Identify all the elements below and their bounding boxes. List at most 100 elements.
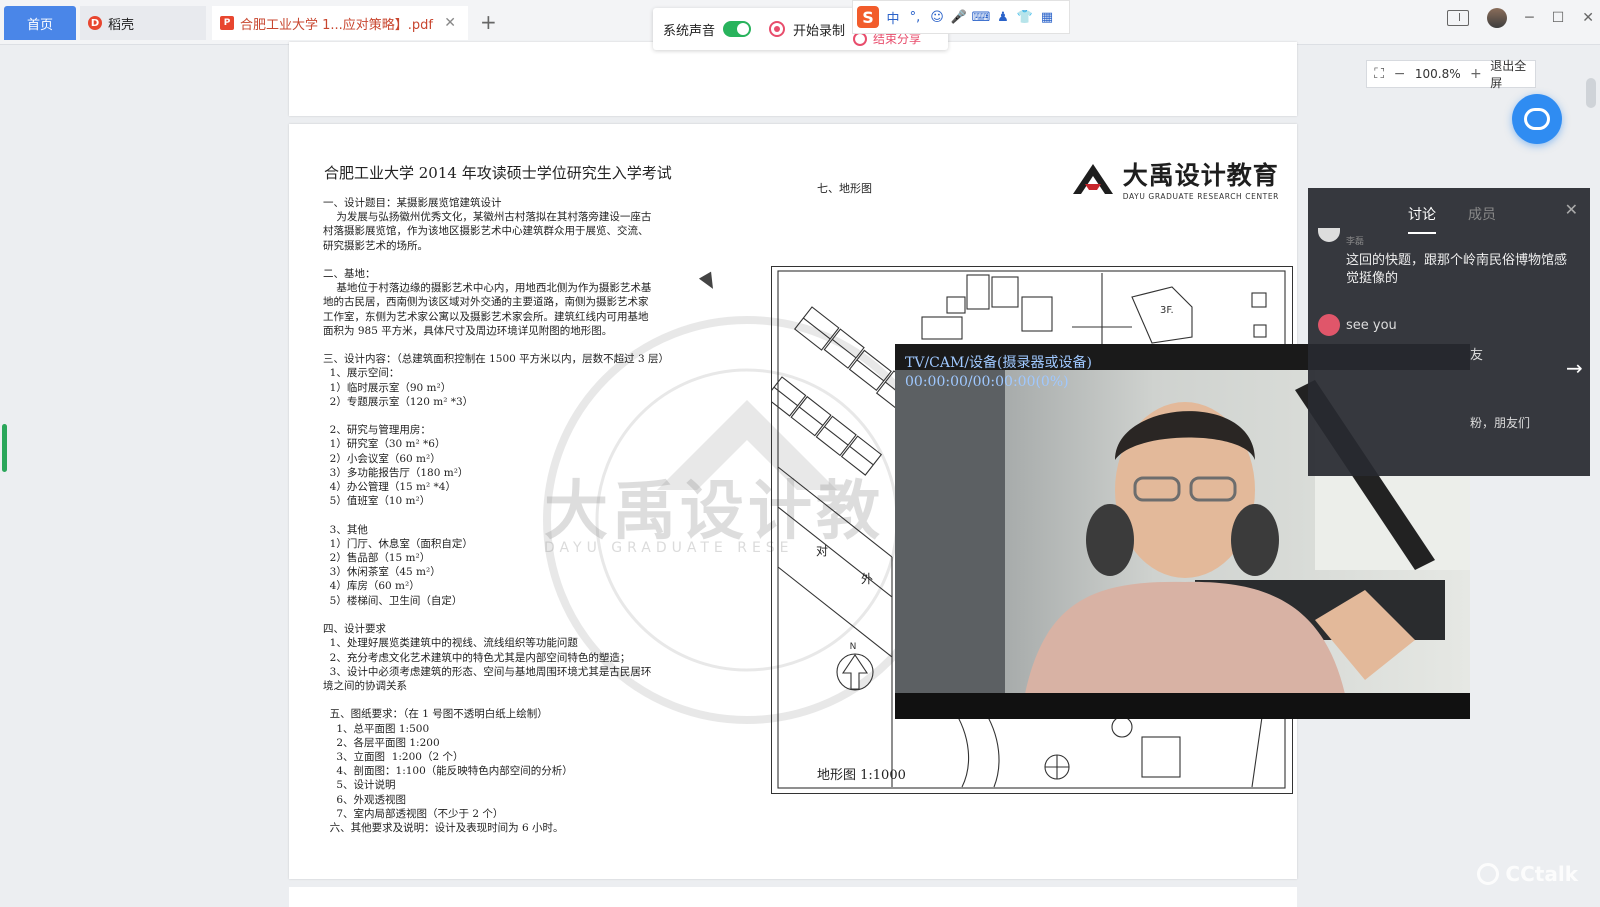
window-close-icon[interactable]: ✕ — [1582, 10, 1594, 26]
document-line: 1、总平面图 1:500 — [323, 722, 430, 735]
document-line: 4）办公管理（15 m² *4） — [323, 481, 456, 494]
document-line: 3、立面图 1:200（2 个） — [323, 750, 464, 763]
map-heading: 七、地形图 — [817, 182, 872, 195]
document-line: 2）售品部（15 m²） — [323, 552, 431, 565]
ime-keyboard-icon[interactable]: ⌨ — [972, 9, 991, 25]
document-line: 二、基地： — [323, 268, 376, 281]
sogou-logo-icon[interactable]: S — [857, 6, 879, 28]
ime-voice-icon[interactable]: 🎤 — [951, 9, 967, 25]
document-line: 1、处理好展览类建筑中的视线、流线组织等功能问题 — [323, 637, 578, 650]
tab-pdf[interactable]: P 合肥工业大学 1...应对策略】.pdf ✕ — [212, 6, 468, 40]
document-line: 1）临时展示室（90 m²） — [323, 381, 452, 394]
document-line: 六、其他要求及说明：设计及表现时间为 6 小时。 — [323, 821, 564, 834]
system-sound-label: 系统声音 — [663, 23, 716, 39]
previous-page — [289, 42, 1297, 116]
fit-screen-icon[interactable]: ⛶ — [1367, 61, 1391, 87]
webcam-source-label: TV/CAM/设备(摄录器或设备) — [905, 355, 1092, 371]
ime-toolbox-icon[interactable]: ▦ — [1039, 9, 1055, 25]
document-line: 面积为 985 平方米，具体尺寸及周边环境详见附图的地形图。 — [323, 324, 613, 337]
zoom-controls: ⛶ − 100.8% + 退出全屏 — [1366, 57, 1536, 91]
discussion-panel: 讨论 成员 ✕ 李磊 这回的快题，跟那个岭南民俗博物馆感觉挺像的 see you — [1308, 188, 1590, 476]
chat-message: 这回的快题，跟那个岭南民俗博物馆感觉挺像的 — [1346, 253, 1568, 286]
document-line: 3、设计中必须考虑建筑的形态、空间与基地周围环境尤其是古民居环 — [323, 665, 652, 678]
ime-emoji-icon[interactable]: ☺ — [929, 9, 945, 25]
tab-members[interactable]: 成员 — [1468, 204, 1496, 234]
message-sender: 李磊 — [1346, 237, 1365, 247]
maximize-icon[interactable]: ☐ — [1552, 10, 1565, 26]
document-line: 1、展示空间： — [323, 367, 400, 380]
zoom-level[interactable]: 100.8% — [1408, 67, 1468, 81]
document-line: 基地位于村落边缘的摄影艺术中心内，用地西北侧为作为摄影艺术基 — [323, 282, 652, 295]
document-line: 3）休闲茶室（45 m²） — [323, 566, 441, 579]
close-tab-icon[interactable]: ✕ — [444, 15, 456, 31]
cctalk-watermark: CCtalk — [1477, 862, 1578, 886]
north-label: N — [850, 642, 857, 652]
map-floor-label: 3F. — [1160, 305, 1174, 316]
ime-mode-icon[interactable]: 中 — [885, 9, 901, 27]
zoom-out-button[interactable]: − — [1391, 66, 1408, 82]
zoom-in-button[interactable]: + — [1468, 66, 1485, 82]
docer-icon: D — [88, 16, 102, 30]
ime-punctuation-icon[interactable]: °, — [907, 9, 923, 25]
document-line: 四、设计要求 — [323, 623, 386, 636]
pdf-icon: P — [220, 16, 234, 30]
document-line: 6、外观透视图 — [323, 793, 407, 806]
tab-discussion[interactable]: 讨论 — [1408, 204, 1436, 234]
document-line: 2、研究与管理用房： — [323, 424, 431, 437]
document-line: 村落摄影展览馆，作为该地区摄影艺术中心建筑群众用于展览、交流、 — [323, 225, 649, 238]
document-line: 1）门厅、休息室（面积自定） — [323, 537, 473, 550]
minimize-icon[interactable]: ─ — [1525, 10, 1533, 26]
document-line: 4）库房（60 m²） — [323, 580, 420, 593]
document-body: 一、设计题目：某摄影展览馆建筑设计 为发展与弘扬徽州优秀文化，某徽州古村落拟在其… — [323, 196, 703, 835]
tab-home[interactable]: 首页 — [4, 6, 76, 40]
new-tab-button[interactable]: + — [480, 10, 497, 34]
start-recording-button[interactable]: 开始录制 — [793, 20, 845, 39]
record-icon[interactable] — [769, 21, 786, 37]
chat-message: see you — [1346, 318, 1397, 333]
chat-bubble-icon — [1524, 108, 1550, 130]
cctalk-logo-icon — [1477, 863, 1500, 885]
document-line: 5、设计说明 — [323, 779, 396, 792]
document-line: 5）值班室（10 m²） — [323, 495, 431, 508]
panel-close-icon[interactable]: ✕ — [1565, 200, 1578, 219]
document-line: 三、设计内容：（总建筑面积控制在 1500 平方米以内，层数不超过 3 层） — [323, 353, 670, 366]
tab-shell[interactable]: D 稻壳 — [80, 6, 206, 40]
tab-pdf-label: 合肥工业大学 1...应对策略】.pdf — [240, 17, 434, 33]
document-line: 2）专题展示室（120 m² *3） — [323, 395, 474, 408]
side-drawer-handle[interactable] — [2, 424, 7, 472]
message-avatar — [1318, 314, 1340, 336]
ime-skin-icon[interactable]: 👕 — [1017, 9, 1033, 25]
exit-fullscreen-button[interactable]: 退出全屏 — [1490, 57, 1535, 91]
document-line: 5）楼梯间、卫生间（自定） — [323, 594, 463, 607]
multi-window-icon[interactable] — [1447, 10, 1470, 26]
document-line: 研究摄影艺术的场所。 — [323, 239, 428, 252]
user-avatar[interactable] — [1487, 8, 1508, 28]
ime-user-icon[interactable]: ♟ — [995, 9, 1011, 25]
arrow-right-icon[interactable]: → — [1566, 356, 1583, 380]
ime-toolbar: S 中 °, ☺ 🎤 ⌨ ♟ 👕 ▦ — [852, 0, 1070, 34]
chat-message-fragment: 友 — [1470, 348, 1484, 363]
brand-subtitle: DAYU GRADUATE RESEARCH CENTER — [1122, 192, 1279, 201]
panel-tabs: 讨论 成员 — [1408, 204, 1496, 234]
chat-message-fragment: 粉，朋友们 — [1470, 416, 1531, 430]
brand-name: 大禹设计教育 — [1122, 161, 1279, 190]
document-line: 7、室内局部透视图（不少于 2 个） — [323, 807, 504, 820]
document-line: 工作室，东侧为艺术家公寓以及摄影艺术家会所。建筑红线内可用基地 — [323, 310, 649, 323]
document-line: 2、各层平面图 1:200 — [323, 736, 440, 749]
system-sound-toggle[interactable] — [723, 21, 752, 37]
brand-logo: 大禹设计教育 DAYU GRADUATE RESEARCH CENTER — [1071, 156, 1279, 201]
document-title: 合肥工业大学 2014 年攻读硕士学位研究生入学考试 — [324, 164, 672, 182]
dayu-logo-icon — [1072, 163, 1113, 194]
chat-toggle-button[interactable] — [1512, 94, 1562, 144]
document-line: 3）多功能报告厅（180 m²） — [323, 466, 469, 479]
cctalk-watermark-text: CCtalk — [1505, 862, 1578, 886]
tab-shell-label: 稻壳 — [108, 17, 135, 33]
scrollbar-thumb[interactable] — [1586, 78, 1596, 108]
document-line: 境之间的协调关系 — [323, 679, 407, 692]
document-line: 2、充分考虑文化艺术建筑中的特色尤其是内部空间特色的塑造； — [323, 651, 631, 664]
document-line: 五、图纸要求：（在 1 号图不透明白纸上绘制） — [323, 708, 548, 721]
tab-home-label: 首页 — [26, 17, 53, 33]
map-road-label-2: 外 — [861, 572, 874, 586]
